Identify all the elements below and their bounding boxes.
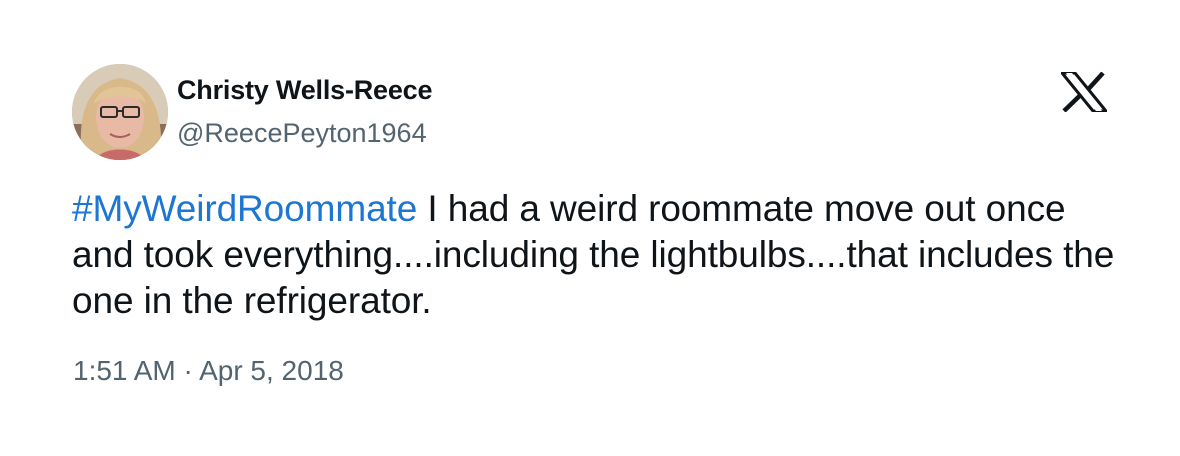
timestamp-separator: · (183, 355, 193, 386)
author-block: Christy Wells-Reece @ReecePeyton1964 (177, 74, 433, 149)
tweet-date: Apr 5, 2018 (199, 355, 344, 386)
user-handle[interactable]: @ReecePeyton1964 (177, 117, 432, 149)
display-name[interactable]: Christy Wells-Reece (177, 74, 433, 106)
x-logo-icon[interactable] (1058, 71, 1110, 113)
tweet-time: 1:51 AM (73, 355, 176, 386)
hashtag-link[interactable]: #MyWeirdRoommate (72, 188, 417, 229)
tweet-card: Christy Wells-Reece @ReecePeyton1964 #My… (0, 0, 1180, 456)
avatar[interactable] (72, 64, 168, 160)
tweet-text: #MyWeirdRoommate I had a weird roommate … (72, 186, 1122, 324)
tweet-timestamp[interactable]: 1:51 AM · Apr 5, 2018 (73, 354, 344, 388)
avatar-image (72, 64, 168, 160)
